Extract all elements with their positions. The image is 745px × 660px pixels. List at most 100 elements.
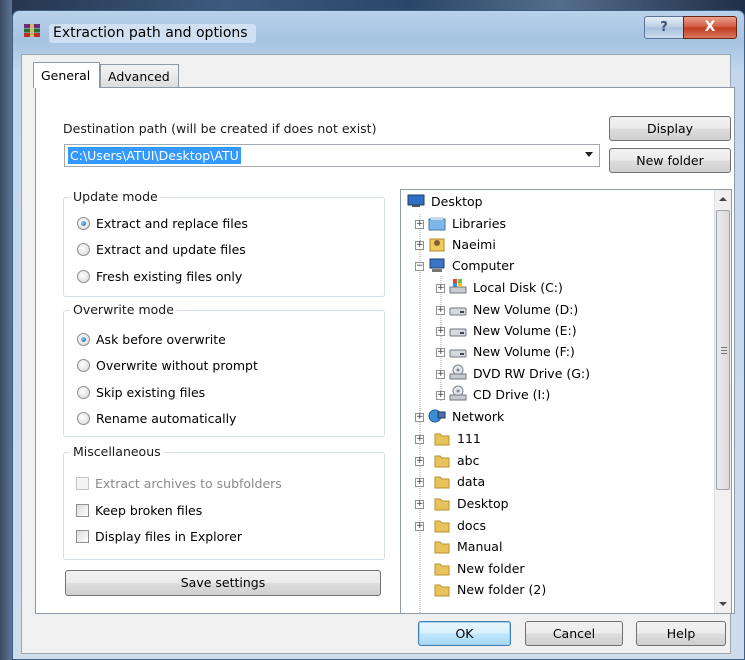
folder-icon	[434, 476, 450, 489]
folder-icon	[434, 563, 450, 576]
overwrite-mode-title: Overwrite mode	[70, 302, 177, 317]
tree-item-label: Desktop	[457, 496, 509, 511]
tree-item-label: New folder	[457, 561, 525, 576]
display-button[interactable]: Display	[609, 116, 731, 141]
folder-icon	[434, 455, 450, 468]
expand-plus-icon[interactable]: +	[436, 327, 445, 336]
destination-path-value[interactable]: C:\Users\ATUI\Desktop\ATU	[68, 147, 241, 164]
expand-plus-icon[interactable]: +	[415, 457, 424, 466]
radio-label: Overwrite without prompt	[96, 358, 258, 373]
tree-item-label: data	[457, 474, 486, 489]
update-mode-title: Update mode	[70, 189, 161, 204]
user-folder-icon	[429, 238, 445, 252]
radio-label: Extract and update files	[96, 242, 246, 257]
tree-item-label: New Volume (E:)	[473, 323, 577, 338]
expand-plus-icon[interactable]: +	[415, 478, 424, 487]
winrar-icon	[24, 24, 40, 37]
computer-icon	[429, 258, 445, 272]
radio-button-icon[interactable]	[77, 386, 90, 399]
tree-item-label: New Volume (F:)	[473, 344, 575, 359]
tree-item-label: Naeimi	[452, 237, 496, 252]
radio-label: Ask before overwrite	[96, 332, 226, 347]
checkbox-label: Display files in Explorer	[95, 529, 242, 544]
checkbox-icon[interactable]	[76, 530, 89, 543]
checkbox-icon[interactable]	[76, 504, 89, 517]
checkbox-label: Keep broken files	[95, 503, 203, 518]
folder-icon	[434, 541, 450, 554]
folder-icon	[434, 584, 450, 597]
expand-plus-icon[interactable]: +	[436, 284, 445, 293]
close-button[interactable]: X	[683, 16, 737, 39]
radio-button-icon[interactable]	[77, 412, 90, 425]
expand-plus-icon[interactable]: +	[415, 522, 424, 531]
expand-plus-icon[interactable]: +	[436, 370, 445, 379]
destination-path-combobox[interactable]: C:\Users\ATUI\Desktop\ATU	[64, 144, 600, 167]
scroll-grip-icon	[721, 347, 727, 354]
help-button[interactable]: Help	[636, 621, 726, 646]
extraction-dialog: Extraction path and options ? X General …	[12, 10, 745, 660]
system-drive-icon	[449, 279, 467, 294]
drive-icon	[449, 307, 467, 316]
tree-item-label: abc	[457, 453, 480, 468]
drive-icon	[449, 349, 467, 358]
folder-icon	[434, 520, 450, 533]
radio-button-icon[interactable]	[77, 359, 90, 372]
scroll-up-arrow-icon[interactable]	[715, 190, 731, 207]
tree-item-label: Manual	[457, 539, 503, 554]
general-tab-panel: Destination path (will be created if doe…	[35, 87, 735, 614]
tree-item-label: New folder (2)	[457, 582, 547, 597]
title-bar[interactable]: Extraction path and options ? X	[13, 11, 744, 51]
overwrite-mode-group: Overwrite mode Ask before overwrite Over…	[63, 302, 385, 437]
update-mode-group: Update mode Extract and replace files Ex…	[63, 189, 385, 297]
scroll-down-arrow-icon[interactable]	[715, 596, 731, 613]
title-help-button[interactable]: ?	[644, 16, 684, 39]
tree-item-label: docs	[457, 518, 486, 533]
expand-plus-icon[interactable]: +	[415, 413, 424, 422]
dropdown-arrow-icon[interactable]	[585, 152, 593, 157]
save-settings-button[interactable]: Save settings	[65, 570, 381, 596]
radio-button-icon[interactable]	[77, 217, 90, 230]
tab-advanced[interactable]: Advanced	[100, 64, 179, 88]
tab-general-label: General	[41, 68, 91, 83]
tree-item-label: Network	[452, 409, 505, 424]
tab-general[interactable]: General	[33, 62, 100, 88]
tab-advanced-label: Advanced	[108, 69, 170, 84]
optical-drive-icon	[449, 364, 467, 380]
radio-label: Fresh existing files only	[96, 269, 243, 284]
checkbox-icon[interactable]	[76, 477, 89, 490]
folder-tree[interactable]: Desktop + Libraries + Naeimi − Computer …	[400, 189, 732, 614]
folder-icon	[434, 498, 450, 511]
tree-item-label: 111	[457, 431, 481, 446]
desktop-edge	[0, 0, 12, 660]
tree-vertical-scrollbar[interactable]	[714, 190, 731, 613]
tree-item-label: Desktop	[431, 194, 483, 209]
expand-plus-icon[interactable]: +	[436, 348, 445, 357]
library-icon	[428, 217, 446, 231]
network-icon	[428, 409, 446, 423]
drive-icon	[449, 328, 467, 337]
tree-item-label: Computer	[452, 258, 515, 273]
collapse-minus-icon[interactable]: −	[415, 262, 424, 271]
destination-path-label: Destination path (will be created if doe…	[63, 121, 377, 136]
radio-button-icon[interactable]	[77, 243, 90, 256]
expand-plus-icon[interactable]: +	[436, 306, 445, 315]
miscellaneous-group: Miscellaneous Extract archives to subfol…	[63, 444, 385, 560]
tree-item-label: Local Disk (C:)	[473, 280, 563, 295]
ok-button[interactable]: OK	[418, 621, 511, 646]
expand-plus-icon[interactable]: +	[415, 500, 424, 509]
expand-plus-icon[interactable]: +	[436, 391, 445, 400]
folder-icon	[434, 433, 450, 446]
scrollbar-thumb[interactable]	[716, 210, 730, 490]
radio-label: Skip existing files	[96, 385, 206, 400]
cancel-button[interactable]: Cancel	[525, 621, 623, 646]
tree-item-label: New Volume (D:)	[473, 302, 579, 317]
expand-plus-icon[interactable]: +	[415, 435, 424, 444]
expand-plus-icon[interactable]: +	[415, 241, 424, 250]
new-folder-button[interactable]: New folder	[609, 148, 731, 173]
expand-plus-icon[interactable]: +	[415, 220, 424, 229]
miscellaneous-title: Miscellaneous	[70, 444, 164, 459]
radio-button-icon[interactable]	[77, 270, 90, 283]
radio-label: Extract and replace files	[96, 216, 248, 231]
radio-button-icon[interactable]	[77, 333, 90, 346]
window-title: Extraction path and options	[49, 24, 256, 43]
